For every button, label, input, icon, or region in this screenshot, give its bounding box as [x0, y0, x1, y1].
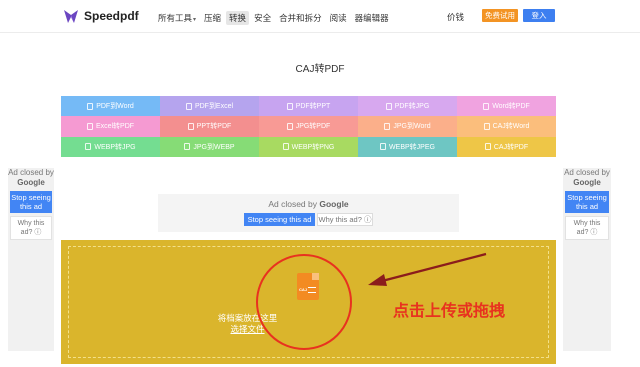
tool-tile[interactable]: WEBP转JPG: [61, 136, 160, 157]
tool-label: JPG转PDF: [295, 123, 331, 131]
right-ad-slot: Ad closed by Google Stop seeing this ad …: [563, 168, 611, 351]
tool-tile[interactable]: JPG到Word: [358, 116, 457, 137]
tool-tile[interactable]: PDF转JPG: [358, 96, 457, 117]
tool-label: WEBP转JPG: [94, 143, 136, 151]
document-icon: [86, 122, 93, 130]
nav-item[interactable]: 压缩: [201, 11, 224, 25]
ad-closed-notice: Ad closed by Google: [563, 168, 611, 188]
tool-label: Word转PDF: [492, 103, 530, 111]
nav-pricing-link[interactable]: 价钱: [447, 11, 464, 23]
tool-label: CAJ转Word: [492, 123, 530, 131]
chevron-down-icon: ▾: [193, 17, 197, 23]
tool-tile[interactable]: CAJ转PDF: [457, 136, 556, 157]
speedpdf-logo-icon[interactable]: [62, 7, 80, 25]
nav-item[interactable]: 阅读: [327, 11, 350, 25]
info-icon: ⓘ: [590, 229, 598, 236]
tool-tile[interactable]: WEBP转JPEG: [358, 136, 457, 157]
tool-tile[interactable]: WEBP转PNG: [259, 136, 358, 157]
google-label: Google: [17, 178, 45, 187]
ad-closed-text: Ad closed by: [8, 168, 54, 177]
tool-label: JPG到Word: [393, 123, 431, 131]
why-this-ad-label: Why this ad?: [318, 215, 362, 224]
nav-item[interactable]: 所有工具▾: [155, 11, 199, 25]
document-icon: [282, 143, 289, 151]
page-title: CAJ转PDF: [295, 64, 345, 75]
document-icon: [185, 102, 192, 110]
tool-grid: PDF到Word PDF到Excel PDF转PPT PDF转JPG Word转PDF E…: [61, 96, 556, 157]
tool-tile[interactable]: PDF转PPT: [259, 96, 358, 117]
document-icon: [286, 102, 293, 110]
ad-closed-text: Ad closed by: [268, 199, 317, 209]
select-file-link[interactable]: 选择文件: [60, 323, 435, 335]
annotation-text: 点击上传或拖拽: [393, 303, 506, 320]
nav-item[interactable]: 转换: [226, 11, 250, 25]
nav-item-label: 所有工具: [158, 13, 193, 23]
tool-label: PDF到Word: [96, 103, 134, 111]
annotation-arrow-icon: [368, 252, 487, 286]
tool-label: PDF转JPG: [394, 103, 430, 111]
tool-label: Excel转PDF: [95, 123, 135, 131]
left-ad-slot: Ad closed by Google Stop seeing this ad …: [8, 168, 54, 351]
why-this-ad-button[interactable]: Why this ad? ⓘ: [10, 216, 52, 240]
document-icon: [483, 102, 490, 110]
nav-item-label: 合并和拆分: [279, 13, 322, 23]
free-trial-button[interactable]: 免费试用: [482, 9, 518, 22]
nav-item[interactable]: 安全: [251, 11, 274, 25]
nav-item-label: 转换: [229, 13, 247, 23]
tool-label: CAJ转PDF: [493, 143, 529, 151]
tool-label: JPG到WEBP: [193, 143, 235, 151]
document-icon: [380, 143, 387, 151]
top-header: Speedpdf 所有工具▾ 压缩 转换 安全 合并和拆分 阅读 器编辑器 价钱 免费试用 …: [0, 0, 640, 33]
ad-closed-text: Ad closed by: [564, 168, 610, 177]
why-this-ad-button[interactable]: Why this ad? ⓘ: [317, 213, 373, 226]
tool-label: WEBP转JPEG: [389, 143, 435, 151]
nav-item-label: 压缩: [204, 13, 222, 23]
center-ad-slot: Ad closed by Google Stop seeing this ad …: [158, 194, 459, 232]
nav-item-label: 阅读: [329, 13, 347, 23]
main-nav: 所有工具▾ 压缩 转换 安全 合并和拆分 阅读 器编辑器: [155, 11, 394, 25]
document-icon: [184, 143, 191, 151]
tool-label: WEBP转PNG: [291, 143, 335, 151]
stop-seeing-ad-button[interactable]: Stop seeing this ad: [244, 213, 315, 226]
nav-item[interactable]: 合并和拆分: [276, 11, 325, 25]
tool-tile[interactable]: JPG到WEBP: [160, 136, 259, 157]
google-label: Google: [573, 178, 601, 187]
stop-seeing-ad-button[interactable]: Stop seeing this ad: [565, 191, 609, 213]
info-icon: ⓘ: [34, 229, 42, 236]
document-icon: [187, 122, 194, 130]
nav-item-label: 安全: [254, 13, 272, 23]
document-icon: [286, 122, 293, 130]
nav-item[interactable]: 器编辑器: [352, 11, 392, 25]
tool-tile[interactable]: JPG转PDF: [259, 116, 358, 137]
document-icon: [484, 143, 491, 151]
document-icon: [384, 122, 391, 130]
tool-label: PPT转PDF: [196, 123, 232, 131]
tool-tile[interactable]: CAJ转Word: [457, 116, 556, 137]
tool-tile[interactable]: PPT转PDF: [160, 116, 259, 137]
document-icon: [483, 122, 490, 130]
tool-tile[interactable]: PDF到Word: [61, 96, 160, 117]
document-icon: [385, 102, 392, 110]
google-label: Google: [319, 199, 349, 209]
stop-seeing-ad-button[interactable]: Stop seeing this ad: [10, 191, 52, 213]
login-button[interactable]: 登入: [523, 9, 555, 22]
nav-item-label: 器编辑器: [354, 13, 389, 23]
tool-tile[interactable]: Excel转PDF: [61, 116, 160, 137]
tool-label: PDF到Excel: [194, 103, 234, 111]
document-icon: [85, 143, 92, 151]
tool-tile[interactable]: Word转PDF: [457, 96, 556, 117]
why-this-ad-button[interactable]: Why this ad? ⓘ: [565, 216, 609, 240]
info-icon: ⓘ: [363, 215, 372, 224]
ad-closed-notice: Ad closed by Google: [158, 199, 459, 209]
document-icon: [87, 102, 94, 110]
tool-label: PDF转PPT: [295, 103, 331, 111]
brand-name[interactable]: Speedpdf: [84, 9, 139, 23]
annotation-circle: [256, 254, 352, 350]
ad-closed-notice: Ad closed by Google: [8, 168, 54, 188]
tool-tile[interactable]: PDF到Excel: [160, 96, 259, 117]
